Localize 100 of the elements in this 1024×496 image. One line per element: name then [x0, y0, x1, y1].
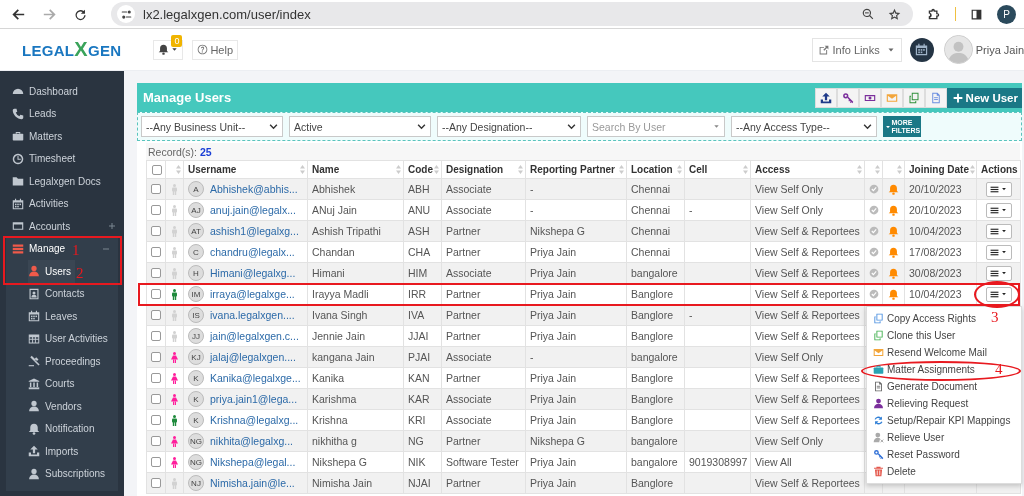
row-checkbox[interactable]	[151, 205, 161, 215]
actions-button[interactable]	[985, 181, 1012, 197]
sidebar-item[interactable]: Courts	[28, 372, 75, 395]
notification-button[interactable]	[153, 39, 184, 60]
info-links-button[interactable]: Info Links	[811, 37, 902, 62]
sidebar-item[interactable]: Leaves	[28, 305, 78, 328]
row-checkbox[interactable]	[151, 478, 161, 488]
row-checkbox[interactable]	[151, 268, 161, 278]
chevron-icon	[417, 122, 426, 131]
row-checkbox[interactable]	[151, 184, 161, 194]
copy-icon	[907, 91, 920, 104]
row-checkbox[interactable]	[151, 436, 161, 446]
filter-dropdown[interactable]: --Any Access Type--	[731, 116, 877, 137]
column-header[interactable]: Joining Date	[904, 160, 977, 179]
sidebar-item[interactable]: Leads	[12, 102, 57, 125]
menu-item[interactable]: Matter Assignments	[867, 361, 975, 378]
sidebar-item[interactable]: Dashboard	[12, 80, 78, 103]
sidebar-item[interactable]: Vendors	[28, 395, 82, 418]
sidebar-item[interactable]: Contacts	[28, 282, 85, 305]
row-checkbox[interactable]	[151, 352, 161, 362]
username-link[interactable]: Kanika@legalxge...	[210, 372, 301, 384]
username-link[interactable]: priya.jain1@lega...	[210, 393, 298, 405]
actions-button[interactable]	[985, 223, 1012, 239]
search-field[interactable]: Search By User	[587, 116, 725, 137]
row-checkbox[interactable]	[151, 457, 161, 467]
menu-item[interactable]: Clone this User	[867, 327, 956, 344]
profile-avatar[interactable]: P	[997, 4, 1016, 24]
filter-dropdown[interactable]: --Any Business Unit--	[141, 116, 283, 137]
menu-item[interactable]: Copy Access Rights	[867, 310, 976, 327]
username-link[interactable]: jain@legalxgen.c...	[210, 330, 299, 342]
username-link[interactable]: nikhita@legalxg...	[210, 435, 294, 447]
sidebar-item[interactable]: Proceedings	[28, 350, 101, 373]
help-button[interactable]: Help	[192, 39, 239, 60]
sidebar-item[interactable]: Manage	[12, 237, 66, 260]
sidebar-item[interactable]: Users	[28, 260, 76, 283]
username-link[interactable]: Abhishek@abhis...	[210, 183, 298, 195]
actions-button[interactable]	[985, 244, 1012, 260]
refresh-icon	[873, 415, 884, 426]
menu-item[interactable]: Resend Welcome Mail	[867, 344, 987, 361]
username-link[interactable]: Himani@legalxg...	[210, 267, 296, 279]
column-header[interactable]: Name	[307, 160, 404, 179]
actions-button[interactable]	[985, 265, 1012, 281]
address-bar[interactable]: lx2.legalxgen.com/user/index	[111, 2, 913, 26]
username-link[interactable]: anuj.jain@legalx...	[210, 204, 296, 216]
column-header[interactable]: Cell	[684, 160, 751, 179]
row-checkbox[interactable]	[151, 310, 161, 320]
username-link[interactable]: ashish1@legalxg...	[210, 225, 299, 237]
user-name[interactable]: Priya Jain	[975, 43, 1024, 56]
filter-dropdown[interactable]: Active	[289, 116, 431, 137]
calendar-button[interactable]	[909, 37, 934, 62]
table-cell: ANU	[403, 199, 442, 221]
column-header[interactable]: Username	[183, 160, 308, 179]
toolbar-button[interactable]	[858, 87, 881, 108]
column-header[interactable]: Code	[403, 160, 442, 179]
row-checkbox[interactable]	[151, 394, 161, 404]
username-link[interactable]: Nimisha.jain@le...	[210, 477, 295, 489]
menu-icon	[990, 226, 999, 236]
row-checkbox[interactable]	[151, 331, 161, 341]
row-checkbox[interactable]	[151, 289, 161, 299]
sidebar-item[interactable]: User Activities	[28, 327, 108, 350]
menu-item[interactable]: Generate Document	[867, 378, 978, 395]
filter-dropdown[interactable]: --Any Designation--	[437, 116, 581, 137]
menu-item[interactable]: Delete	[867, 463, 916, 480]
sidebar-item[interactable]: Notification	[28, 417, 95, 440]
sidebar-item[interactable]: Legalxgen Docs	[12, 170, 101, 193]
menu-item[interactable]: Reset Password	[867, 446, 960, 463]
username-link[interactable]: Nikshepa@legal...	[210, 456, 296, 468]
avatar[interactable]	[943, 35, 973, 64]
zoom-out-icon	[862, 7, 874, 20]
username-link[interactable]: ivana.legalxgen....	[210, 309, 295, 321]
toolbar-button[interactable]	[814, 87, 837, 108]
sidebar-item[interactable]: Activities	[12, 192, 69, 215]
caret-icon	[884, 123, 891, 130]
row-checkbox[interactable]	[151, 415, 161, 425]
menu-item[interactable]: Setup/Repair KPI Mappings	[867, 412, 1011, 429]
column-header[interactable]: Reporting Partner	[525, 160, 627, 179]
username-link[interactable]: jalaj@legalxgen....	[210, 351, 296, 363]
row-checkbox[interactable]	[151, 373, 161, 383]
toolbar-button[interactable]	[836, 87, 859, 108]
sidebar-item[interactable]: Timesheet	[12, 147, 76, 170]
username-link[interactable]: irraya@legalxge...	[210, 288, 295, 300]
menu-icon	[990, 247, 999, 257]
select-all-checkbox[interactable]	[152, 164, 162, 175]
menu-item[interactable]: Relieving Request	[867, 395, 969, 412]
new-user-button[interactable]: New User	[946, 87, 1022, 108]
sidebar-item[interactable]: Imports	[28, 440, 79, 463]
sidebar-item[interactable]: Subscriptions	[28, 462, 106, 485]
row-checkbox[interactable]	[151, 226, 161, 236]
username-link[interactable]: Krishna@legalxg...	[210, 414, 299, 426]
username-link[interactable]: chandru@legalx...	[210, 246, 295, 258]
menu-item[interactable]: Relieve User	[867, 429, 945, 446]
column-header[interactable]: Designation	[441, 160, 526, 179]
column-header[interactable]: Location	[626, 160, 685, 179]
actions-button[interactable]	[985, 202, 1012, 218]
row-checkbox[interactable]	[151, 247, 161, 257]
sidebar-item[interactable]: Accounts	[12, 215, 71, 238]
sidebar-item[interactable]: Matters	[12, 125, 63, 148]
actions-button[interactable]	[985, 286, 1012, 302]
column-header: Actions	[976, 160, 1021, 179]
column-header[interactable]: Access	[750, 160, 865, 179]
